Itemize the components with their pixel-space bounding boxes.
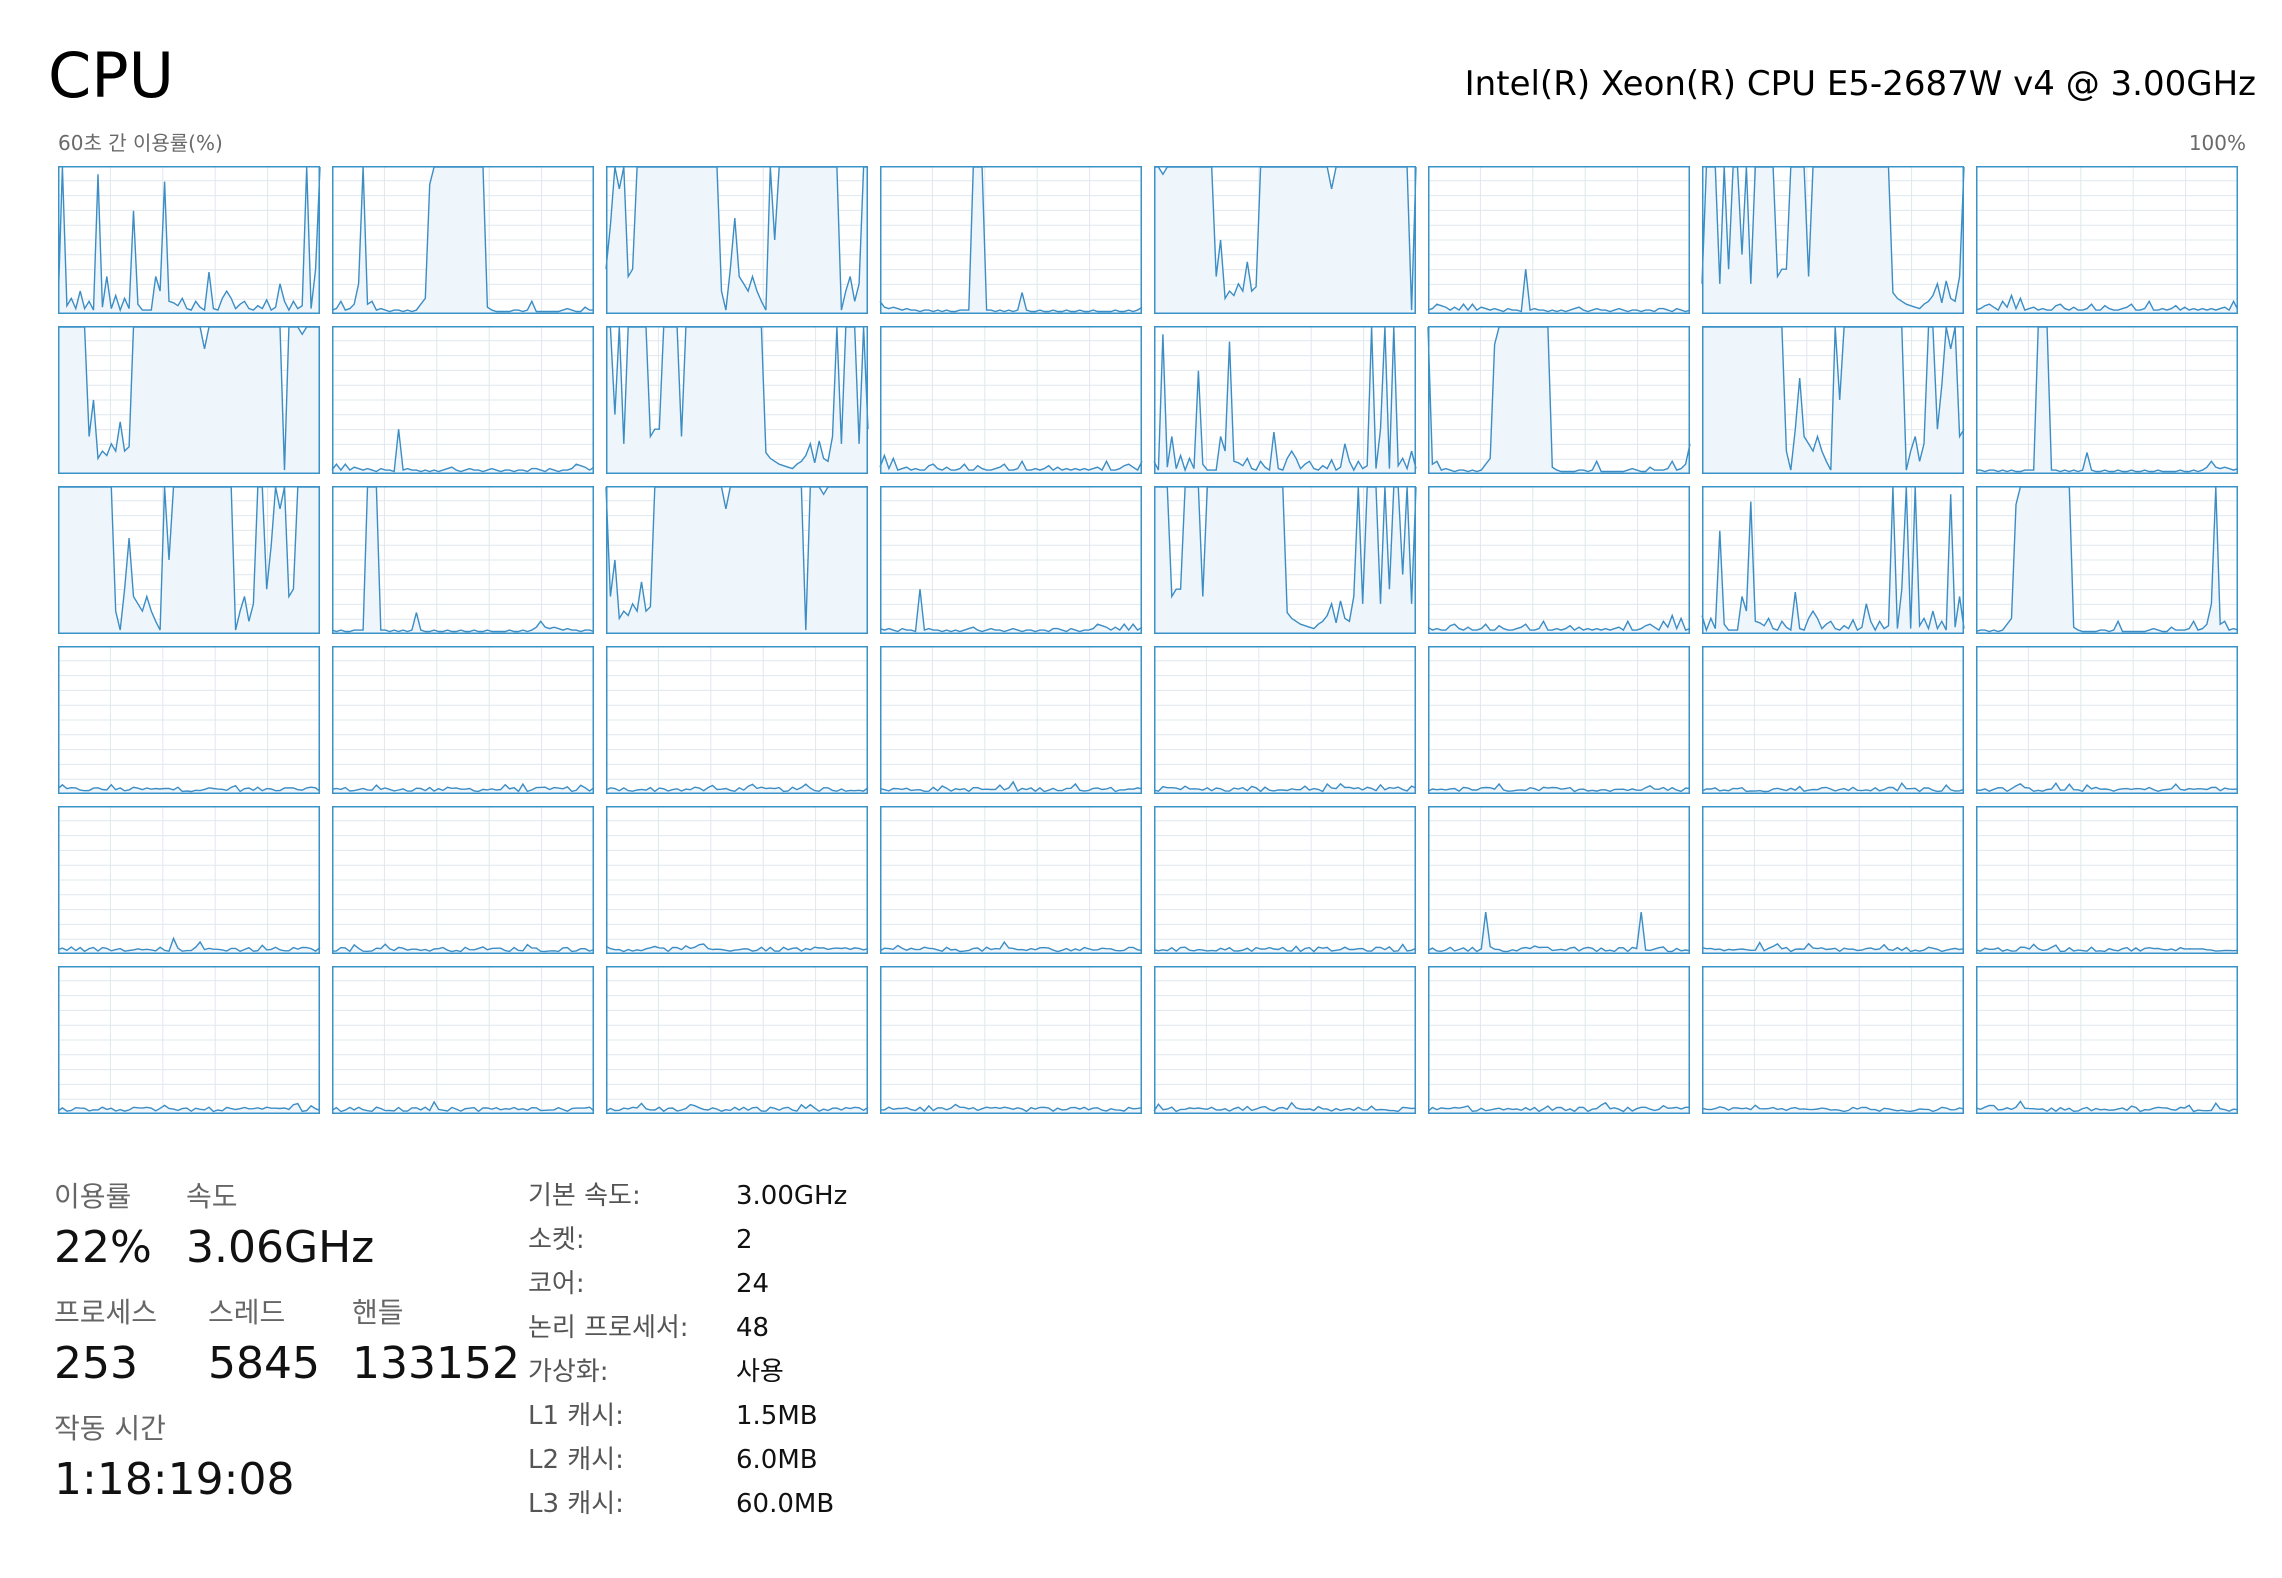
logical-processor-graph-8[interactable] [58,326,320,474]
logical-processor-graph-15[interactable] [1976,326,2238,474]
speed-value: 3.06GHz [186,1222,375,1273]
logical-processor-graph-23[interactable] [1975,486,2238,634]
logical-processor-graph-37[interactable] [1427,806,1691,954]
handles-value: 133152 [352,1338,520,1389]
logical-processor-graph-9[interactable] [331,326,595,474]
logical-processor-graph-46[interactable] [1701,966,1965,1114]
logical-processor-graph-24[interactable] [58,646,321,794]
threads-value: 5845 [208,1338,320,1389]
spec-value-base-speed: 3.00GHz [736,1181,848,1211]
logical-processor-graph-10[interactable] [606,326,869,474]
logical-processor-graph-14[interactable] [1702,326,1965,474]
logical-processor-graph-1[interactable] [331,166,594,314]
handles-label: 핸들 [352,1296,404,1329]
page-title: CPU [48,39,175,112]
spec-key-logical-processors: 논리 프로세서: [528,1313,689,1343]
logical-processor-graph-30[interactable] [1701,646,1965,794]
cpu-performance-panel: CPU Intel(R) Xeon(R) CPU E5-2687W v4 @ 3… [0,0,2282,1578]
logical-processor-graph-47[interactable] [1975,966,2238,1114]
logical-processor-graph-40[interactable] [58,966,321,1114]
logical-processor-graph-6[interactable] [1701,166,1965,314]
logical-processor-graph-42[interactable] [605,966,869,1114]
logical-processor-graph-5[interactable] [1427,166,1691,314]
spec-value-virtualization: 사용 [736,1357,784,1387]
logical-processor-graph-32[interactable] [58,806,321,954]
logical-processor-graph-22[interactable] [1701,486,1965,634]
logical-processor-graph-25[interactable] [331,646,595,794]
logical-processor-graph-18[interactable] [605,486,868,634]
spec-value-sockets: 2 [736,1225,753,1255]
logical-processor-graph-34[interactable] [605,806,869,954]
logical-processor-graph-41[interactable] [331,966,595,1114]
logical-processor-graph-13[interactable] [1427,326,1691,474]
cpu-model-name: Intel(R) Xeon(R) CPU E5-2687W v4 @ 3.00G… [1464,64,2256,104]
processes-label: 프로세스 [54,1296,158,1329]
logical-processor-graph-17[interactable] [331,486,595,634]
logical-processor-graph-19[interactable] [879,486,1143,634]
spec-value-logical-processors: 48 [736,1313,770,1343]
logical-processor-graph-39[interactable] [1975,806,2238,954]
logical-processor-graph-2[interactable] [605,166,868,314]
spec-key-cores: 코어: [528,1269,585,1299]
spec-value-l1-cache: 1.5MB [736,1401,818,1431]
threads-label: 스레드 [208,1296,286,1329]
logical-processor-graph-44[interactable] [1153,966,1417,1114]
logical-processor-graph-21[interactable] [1427,486,1691,634]
logical-processor-graph-12[interactable] [1153,326,1417,474]
logical-processor-graph-3[interactable] [879,166,1143,314]
logical-processor-graph-35[interactable] [879,806,1143,954]
logical-processor-graph-grid[interactable] [58,166,2244,1118]
spec-value-cores: 24 [736,1269,770,1299]
logical-processor-graph-26[interactable] [605,646,869,794]
logical-processor-graph-4[interactable] [1154,166,1417,314]
utilization-value: 22% [54,1222,152,1273]
spec-value-l2-cache: 6.0MB [736,1445,818,1475]
uptime-label: 작동 시간 [54,1412,166,1445]
cpu-graphs-svg [58,166,2238,1114]
logical-processor-graph-43[interactable] [879,966,1143,1114]
spec-key-virtualization: 가상화: [528,1357,609,1387]
logical-processor-graph-38[interactable] [1701,806,1965,954]
logical-processor-graph-20[interactable] [1154,486,1417,634]
logical-processor-graph-7[interactable] [1975,166,2238,314]
spec-key-l1-cache: L1 캐시: [528,1401,624,1431]
utilization-label: 이용률 [54,1180,132,1213]
spec-key-l3-cache: L3 캐시: [528,1489,624,1519]
logical-processor-graph-33[interactable] [331,806,595,954]
speed-label: 속도 [186,1180,238,1213]
logical-processor-graph-29[interactable] [1427,646,1691,794]
logical-processor-graph-31[interactable] [1975,646,2238,794]
spec-key-sockets: 소켓: [528,1225,585,1255]
logical-processor-graph-28[interactable] [1153,646,1417,794]
processes-value: 253 [54,1338,138,1389]
usage-area [1154,167,1416,314]
spec-value-l3-cache: 60.0MB [736,1489,835,1519]
usage-area [58,487,320,634]
logical-processor-graph-27[interactable] [879,646,1143,794]
spec-key-l2-cache: L2 캐시: [528,1445,624,1475]
spec-key-base-speed: 기본 속도: [528,1181,641,1211]
graph-time-caption: 60초 간 이용률(%) [58,131,223,155]
logical-processor-graph-0[interactable] [58,166,321,314]
graph-max-label: 100% [2188,131,2246,155]
logical-processor-graph-16[interactable] [58,486,320,634]
logical-processor-graph-11[interactable] [879,326,1143,474]
logical-processor-graph-36[interactable] [1153,806,1417,954]
logical-processor-graph-45[interactable] [1427,966,1690,1114]
uptime-value: 1:18:19:08 [54,1454,295,1505]
